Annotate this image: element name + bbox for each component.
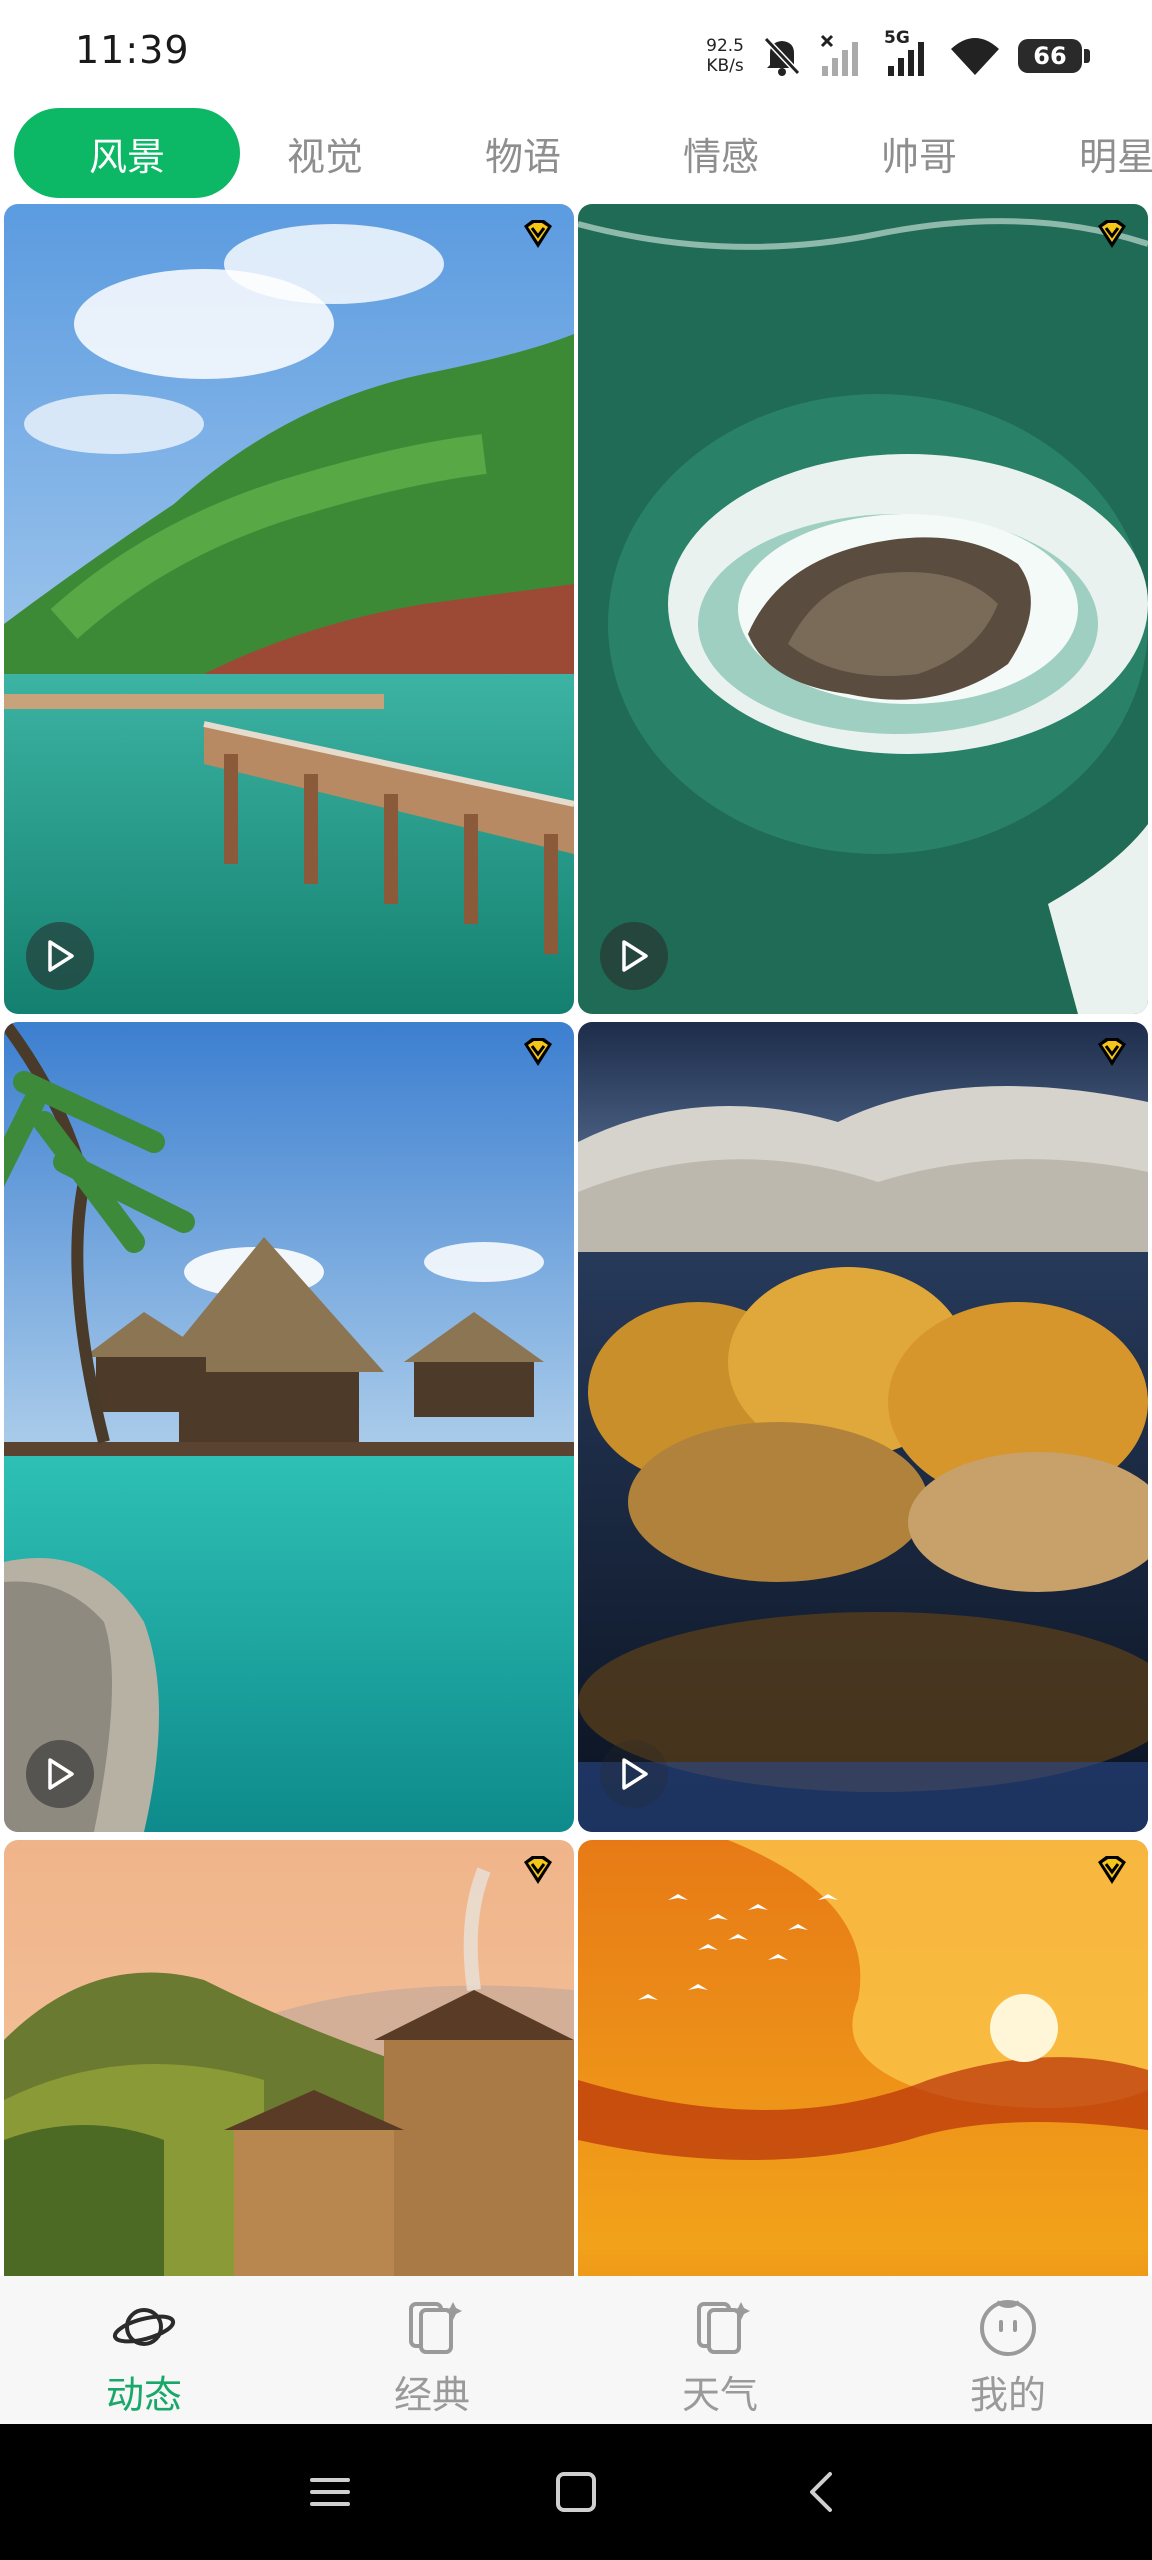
vip-diamond-icon: [524, 1038, 552, 1066]
tab-label: 视觉: [286, 134, 363, 179]
signal-off-icon: [820, 34, 858, 76]
tab-visual[interactable]: 视觉: [212, 108, 438, 198]
wallpaper-thumbnail: [578, 1022, 1148, 1832]
nav-mine[interactable]: 我的: [864, 2276, 1152, 2424]
wallpaper-thumbnail: [4, 1840, 574, 2276]
system-navigation-bar: [0, 2424, 1152, 2560]
tab-story[interactable]: 物语: [410, 108, 636, 198]
nav-weather[interactable]: 天气: [576, 2276, 864, 2424]
play-icon: [48, 1758, 74, 1790]
planet-icon: [112, 2308, 176, 2346]
signal-icon: [888, 42, 924, 76]
network-speed-value: 92.5: [706, 36, 744, 56]
tab-label: 明星: [1078, 134, 1152, 179]
face-icon: [980, 2300, 1036, 2356]
wifi-icon: [951, 38, 999, 75]
nav-label: 动态: [105, 2373, 182, 2417]
vip-diamond-icon: [1098, 220, 1126, 248]
wallpaper-thumbnail: [4, 1022, 574, 1832]
nav-label: 天气: [681, 2373, 758, 2417]
wallpaper-thumbnail: [578, 204, 1148, 1014]
wallpaper-sparkle-icon: [697, 2302, 750, 2354]
wallpaper-icon: [409, 2302, 462, 2354]
wallpaper-card[interactable]: [4, 204, 574, 1014]
status-bar: 11:39 92.5 KB/s 5G 66: [0, 0, 1152, 104]
menu-icon[interactable]: [298, 2460, 362, 2524]
vip-diamond-icon: [1098, 1038, 1126, 1066]
bell-muted-icon: [763, 36, 801, 76]
status-time: 11:39: [75, 28, 190, 72]
tab-label: 情感: [682, 134, 759, 179]
play-icon: [622, 1758, 648, 1790]
status-icons: 92.5 KB/s 5G 66: [706, 28, 1090, 82]
tab-emotion[interactable]: 情感: [608, 108, 834, 198]
play-button[interactable]: [26, 922, 94, 990]
nav-dynamic[interactable]: 动态: [0, 2276, 288, 2424]
tab-celebrity[interactable]: 明星: [1004, 108, 1152, 198]
tab-label: 物语: [484, 134, 561, 179]
tab-scenery[interactable]: 风景: [14, 108, 240, 198]
play-icon: [622, 940, 648, 972]
wallpaper-card[interactable]: [578, 204, 1148, 1014]
bottom-navigation: 动态 经典 天气 我的: [0, 2276, 1152, 2424]
cellular-signal: 5G: [884, 28, 932, 78]
wallpaper-thumbnail: [4, 204, 574, 1014]
play-icon: [48, 940, 74, 972]
nav-classic[interactable]: 经典: [288, 2276, 576, 2424]
play-button[interactable]: [600, 1740, 668, 1808]
battery-level: 66: [1033, 42, 1067, 70]
back-icon[interactable]: [790, 2460, 854, 2524]
play-button[interactable]: [600, 922, 668, 990]
vip-diamond-icon: [1098, 1856, 1126, 1884]
nav-label: 我的: [969, 2373, 1046, 2417]
category-tabs: 风景 视觉 物语 情感 帅哥 明星: [0, 104, 1152, 202]
network-speed: 92.5 KB/s: [706, 36, 744, 76]
network-speed-unit: KB/s: [706, 56, 744, 76]
wallpaper-grid: [0, 204, 1152, 2276]
home-icon[interactable]: [544, 2460, 608, 2524]
tab-label: 帅哥: [880, 134, 957, 179]
play-button[interactable]: [26, 1740, 94, 1808]
vip-diamond-icon: [524, 1856, 552, 1884]
wallpaper-thumbnail: [578, 1840, 1148, 2276]
wallpaper-card[interactable]: [4, 1022, 574, 1832]
tab-label: 风景: [88, 134, 165, 179]
battery-icon: 66: [1018, 39, 1090, 73]
wallpaper-card[interactable]: [4, 1840, 574, 2276]
nav-label: 经典: [393, 2373, 470, 2417]
wallpaper-card[interactable]: [578, 1022, 1148, 1832]
tab-handsome[interactable]: 帅哥: [806, 108, 1032, 198]
wallpaper-card[interactable]: [578, 1840, 1148, 2276]
vip-diamond-icon: [524, 220, 552, 248]
